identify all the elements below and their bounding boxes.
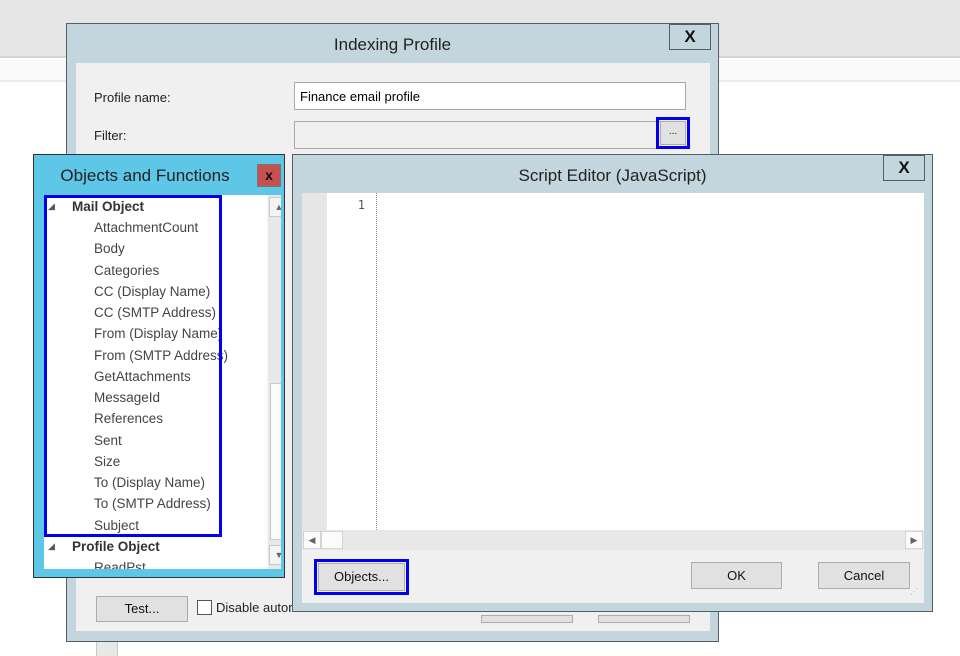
scrollbar-thumb[interactable] (270, 383, 281, 540)
scrollbar-thumb[interactable] (321, 531, 343, 549)
filter-browse-button[interactable]: ... (660, 121, 686, 145)
scroll-down-button[interactable]: ▼ (269, 545, 281, 565)
scroll-left-icon: ◀ (308, 535, 316, 545)
test-button[interactable]: Test... (96, 596, 188, 622)
mail-object-highlight (44, 195, 222, 537)
close-button[interactable]: X (883, 155, 925, 181)
line-number: 1 (357, 198, 365, 212)
gutter-separator (376, 193, 377, 530)
objects-tree: ◢ Mail Object AttachmentCount Body Categ… (44, 195, 281, 569)
ok-button[interactable]: OK (691, 562, 782, 589)
profile-name-label: Profile name: (94, 90, 171, 105)
disable-checkbox-label: Disable autor (216, 600, 293, 615)
scroll-down-icon: ▼ (274, 550, 281, 560)
close-icon: X (898, 158, 910, 177)
scroll-up-button[interactable]: ▲ (269, 197, 281, 217)
vertical-scrollbar[interactable]: ▲ ▼ (267, 195, 281, 569)
editor-margin (302, 193, 327, 530)
hidden-cancel-button[interactable] (598, 615, 690, 623)
filter-label: Filter: (94, 128, 127, 143)
objects-button[interactable]: Objects... (318, 563, 405, 591)
expanded-triangle-icon[interactable]: ◢ (48, 536, 55, 557)
filter-input[interactable] (294, 121, 686, 149)
background-scrollbar[interactable] (96, 640, 118, 656)
dialog-footer: Objects... OK Cancel ⋰ (302, 550, 924, 603)
close-icon: X (684, 27, 696, 46)
dialog-title: Indexing Profile (333, 35, 452, 54)
close-button[interactable]: X (669, 24, 711, 50)
scroll-up-icon: ▲ (274, 202, 281, 212)
scroll-right-icon: ▶ (910, 535, 918, 545)
objects-functions-panel: Objects and Functions x ◢ Mail Object At… (33, 154, 285, 578)
dialog-title: Script Editor (JavaScript) (518, 166, 707, 185)
scroll-left-button[interactable]: ◀ (303, 531, 321, 549)
script-editor-dialog: Script Editor (JavaScript) X 1 ◀ ▶ Objec… (292, 154, 933, 612)
profile-name-input[interactable] (294, 82, 686, 110)
close-button[interactable]: x (257, 164, 281, 187)
panel-title: Objects and Functions (60, 166, 230, 185)
scroll-right-button[interactable]: ▶ (905, 531, 923, 549)
hidden-ok-button[interactable] (481, 615, 573, 623)
tree-group-label: Profile Object (72, 539, 160, 554)
tree-item[interactable]: ReadPst (94, 557, 146, 569)
resize-grip-icon[interactable]: ⋰ (910, 588, 920, 600)
horizontal-scrollbar[interactable]: ◀ ▶ (302, 530, 924, 550)
disable-checkbox[interactable] (197, 600, 212, 615)
cancel-button[interactable]: Cancel (818, 562, 910, 589)
code-editor[interactable]: 1 ◀ ▶ (302, 193, 924, 550)
close-icon: x (265, 167, 273, 183)
